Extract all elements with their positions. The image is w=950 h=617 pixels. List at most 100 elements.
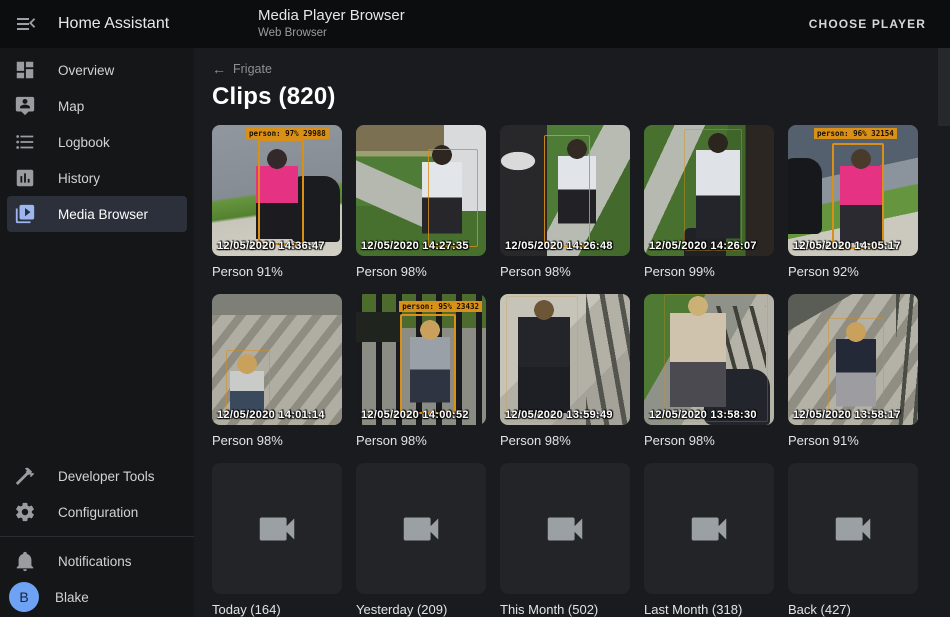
clip-timestamp: 12/05/2020 14:26:07: [649, 240, 757, 252]
folder-card[interactable]: This Month (502): [500, 463, 630, 617]
clip-thumbnail[interactable]: 12/05/2020 13:58:17: [788, 294, 918, 425]
top-app-bar: Home Assistant Media Player Browser Web …: [0, 0, 950, 48]
clip-thumbnail[interactable]: 12/05/2020 13:59:49: [500, 294, 630, 425]
user-name: Blake: [55, 590, 89, 605]
folder-thumbnail[interactable]: [356, 463, 486, 594]
clip-card[interactable]: 12/05/2020 13:58:17 Person 91%: [788, 294, 918, 449]
sidebar-item-configuration[interactable]: Configuration: [7, 494, 187, 530]
clip-caption: Person 98%: [356, 264, 486, 280]
video-camera-icon: [542, 506, 588, 552]
clip-caption: Person 91%: [788, 433, 918, 449]
clip-caption: Person 98%: [644, 433, 774, 449]
clip-thumbnail[interactable]: 12/05/2020 14:26:48: [500, 125, 630, 256]
choose-player-button[interactable]: CHOOSE PLAYER: [803, 9, 932, 39]
clip-thumbnail[interactable]: person: 97% 29988 12/05/2020 14:36:47: [212, 125, 342, 256]
clip-card[interactable]: person: 97% 29988 12/05/2020 14:36:47 Pe…: [212, 125, 342, 280]
clip-caption: Person 92%: [788, 264, 918, 280]
page-title-clips: Clips (820): [212, 83, 950, 111]
video-camera-icon: [686, 506, 732, 552]
sidebar-divider: [0, 536, 194, 537]
clip-caption: Person 98%: [212, 433, 342, 449]
page-subtitle: Web Browser: [258, 27, 405, 41]
detection-bbox: [428, 149, 478, 247]
format-list-bulleted-icon: [14, 131, 36, 153]
clips-grid: person: 97% 29988 12/05/2020 14:36:47 Pe…: [212, 125, 950, 617]
sidebar-item-notifications[interactable]: Notifications: [7, 543, 187, 579]
folder-thumbnail[interactable]: [212, 463, 342, 594]
clip-thumbnail[interactable]: 12/05/2020 14:27:35: [356, 125, 486, 256]
detection-label: person: 97% 29988: [246, 128, 329, 139]
sidebar-item-profile[interactable]: B Blake: [7, 579, 187, 615]
clip-card[interactable]: person: 95% 23432 12/05/2020 14:00:52 Pe…: [356, 294, 486, 449]
folder-caption: Last Month (318): [644, 602, 774, 617]
app-title: Home Assistant: [58, 15, 169, 33]
sidebar-bottom-items: Developer Tools Configuration Notificati…: [0, 458, 194, 617]
view-dashboard-icon: [14, 59, 36, 81]
clip-timestamp: 12/05/2020 14:01:14: [217, 409, 325, 421]
cog-icon: [14, 501, 36, 523]
clip-thumbnail[interactable]: person: 95% 23432 12/05/2020 14:00:52: [356, 294, 486, 425]
sidebar-toggle-icon[interactable]: [14, 12, 38, 36]
sidebar-item-developer-tools[interactable]: Developer Tools: [7, 458, 187, 494]
clip-card[interactable]: 12/05/2020 14:01:14 Person 98%: [212, 294, 342, 449]
bell-icon: [14, 550, 36, 572]
clip-card[interactable]: 12/05/2020 13:59:49 Person 98%: [500, 294, 630, 449]
avatar: B: [9, 582, 39, 612]
breadcrumb[interactable]: ← Frigate: [212, 62, 272, 76]
page-heading: Media Player Browser Web Browser: [258, 7, 405, 41]
sidebar-item-media-browser[interactable]: Media Browser: [7, 196, 187, 232]
sidebar-item-logbook[interactable]: Logbook: [7, 124, 187, 160]
media-browser-content: ← Frigate Clips (820) person: 97% 29988 …: [194, 48, 950, 617]
clip-card[interactable]: 12/05/2020 13:58:30 Person 98%: [644, 294, 774, 449]
video-camera-icon: [830, 506, 876, 552]
chart-box-icon: [14, 167, 36, 189]
clip-thumbnail[interactable]: 12/05/2020 13:58:30: [644, 294, 774, 425]
sidebar-item-history[interactable]: History: [7, 160, 187, 196]
page-title: Media Player Browser: [258, 7, 405, 25]
scrollbar[interactable]: [938, 48, 950, 617]
notifications-label: Notifications: [58, 554, 132, 569]
clip-thumbnail[interactable]: person: 96% 32154 12/05/2020 14:05:17: [788, 125, 918, 256]
video-camera-icon: [398, 506, 444, 552]
clip-caption: Person 98%: [356, 433, 486, 449]
clip-timestamp: 12/05/2020 13:58:17: [793, 409, 901, 421]
sidebar-top-items: Overview Map Logbook History Media Brows…: [0, 52, 194, 232]
folder-thumbnail[interactable]: [644, 463, 774, 594]
detection-label: person: 95% 23432: [399, 301, 482, 312]
clip-timestamp: 12/05/2020 13:59:49: [505, 409, 613, 421]
tooltip-account-icon: [14, 95, 36, 117]
folder-thumbnail[interactable]: [500, 463, 630, 594]
sidebar: Overview Map Logbook History Media Brows…: [0, 48, 194, 617]
clip-thumbnail[interactable]: 12/05/2020 14:01:14: [212, 294, 342, 425]
hammer-icon: [14, 465, 36, 487]
folder-thumbnail[interactable]: [788, 463, 918, 594]
clip-caption: Person 99%: [644, 264, 774, 280]
play-box-multiple-icon: [14, 203, 36, 225]
detection-bbox: [832, 143, 884, 249]
clip-timestamp: 12/05/2020 13:58:30: [649, 409, 757, 421]
folder-caption: Today (164): [212, 602, 342, 617]
clip-card[interactable]: 12/05/2020 14:26:07 Person 99%: [644, 125, 774, 280]
clip-caption: Person 98%: [500, 433, 630, 449]
sidebar-item-overview[interactable]: Overview: [7, 52, 187, 88]
folder-caption: Back (427): [788, 602, 918, 617]
folder-card[interactable]: Last Month (318): [644, 463, 774, 617]
clip-thumbnail[interactable]: 12/05/2020 14:26:07: [644, 125, 774, 256]
detection-bbox: [258, 139, 304, 245]
scrollbar-thumb[interactable]: [938, 48, 950, 126]
clip-timestamp: 12/05/2020 14:36:47: [217, 240, 325, 252]
sidebar-item-map[interactable]: Map: [7, 88, 187, 124]
folder-caption: This Month (502): [500, 602, 630, 617]
breadcrumb-label: Frigate: [233, 62, 272, 76]
clip-caption: Person 98%: [500, 264, 630, 280]
detection-bbox: [828, 318, 884, 418]
back-arrow-icon: ←: [212, 62, 226, 76]
detection-label: person: 96% 32154: [814, 128, 897, 139]
folder-card[interactable]: Today (164): [212, 463, 342, 617]
clip-timestamp: 12/05/2020 14:00:52: [361, 409, 469, 421]
folder-card[interactable]: Yesterday (209): [356, 463, 486, 617]
clip-card[interactable]: person: 96% 32154 12/05/2020 14:05:17 Pe…: [788, 125, 918, 280]
folder-card[interactable]: Back (427): [788, 463, 918, 617]
clip-card[interactable]: 12/05/2020 14:26:48 Person 98%: [500, 125, 630, 280]
clip-card[interactable]: 12/05/2020 14:27:35 Person 98%: [356, 125, 486, 280]
